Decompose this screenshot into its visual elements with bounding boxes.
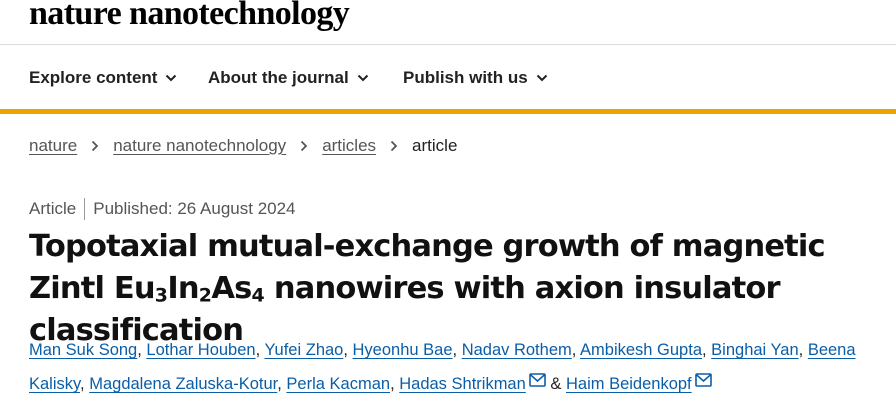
nav-publish-with-us[interactable]: Publish with us <box>403 68 548 88</box>
chevron-right-icon <box>92 140 99 152</box>
breadcrumb-current: article <box>412 136 458 155</box>
author-link[interactable]: Nadav Rothem <box>462 341 572 359</box>
main-nav: Explore content About the journal Publis… <box>0 44 896 114</box>
author-separator: , <box>798 341 808 359</box>
title-subscript-as: 4 <box>251 284 265 307</box>
article-meta: Article Published: 26 August 2024 <box>29 198 296 220</box>
author-link[interactable]: Lothar Houben <box>146 341 255 359</box>
breadcrumb-journal[interactable]: nature nanotechnology <box>113 136 286 156</box>
author-link[interactable]: Man Suk Song <box>29 341 137 359</box>
article-type: Article <box>29 199 77 218</box>
mail-icon[interactable] <box>528 373 546 387</box>
author-link[interactable]: Hadas Shtrikman <box>399 375 526 393</box>
title-element-as: As <box>211 271 252 306</box>
author-separator: , <box>343 341 353 359</box>
author-list: Man Suk Song, Lothar Houben, Yufei Zhao,… <box>29 333 879 401</box>
journal-logo[interactable]: nature nanotechnology <box>29 0 350 34</box>
author-link[interactable]: Haim Beidenkopf <box>566 375 692 393</box>
author-separator: , <box>702 341 712 359</box>
author-conjunction: & <box>545 375 566 393</box>
author-separator: , <box>452 341 462 359</box>
nav-about-journal-label: About the journal <box>208 68 349 87</box>
breadcrumb-articles[interactable]: articles <box>322 136 376 156</box>
author-link[interactable]: Magdalena Zaluska-Kotur <box>89 375 277 393</box>
title-subscript-eu: 3 <box>154 284 168 307</box>
nav-publish-with-us-label: Publish with us <box>403 68 528 87</box>
author-link[interactable]: Yufei Zhao <box>264 341 343 359</box>
author-link[interactable]: Binghai Yan <box>711 341 798 359</box>
chevron-down-icon <box>357 74 368 82</box>
nav-explore-content-label: Explore content <box>29 68 158 87</box>
breadcrumb: nature nature nanotechnology articles ar… <box>29 136 457 156</box>
author-link[interactable]: Hyeonhu Bae <box>353 341 453 359</box>
nav-explore-content[interactable]: Explore content <box>29 68 177 88</box>
chevron-right-icon <box>390 140 398 152</box>
author-link[interactable]: Perla Kacman <box>286 375 390 393</box>
author-separator: , <box>390 375 400 393</box>
author-separator: , <box>80 375 90 393</box>
meta-divider <box>84 198 86 220</box>
breadcrumb-nature[interactable]: nature <box>29 136 77 156</box>
publish-date: Published: 26 August 2024 <box>93 199 296 218</box>
title-element-in: In <box>167 271 199 306</box>
title-subscript-in: 2 <box>198 284 212 307</box>
chevron-right-icon <box>301 140 308 152</box>
chevron-down-icon <box>536 74 547 82</box>
author-separator: , <box>571 341 581 359</box>
mail-icon[interactable] <box>694 373 712 387</box>
author-link[interactable]: Ambikesh Gupta <box>580 341 702 359</box>
nav-about-journal[interactable]: About the journal <box>208 68 369 88</box>
title-element-eu: Eu <box>113 271 156 306</box>
chevron-down-icon <box>166 74 177 82</box>
